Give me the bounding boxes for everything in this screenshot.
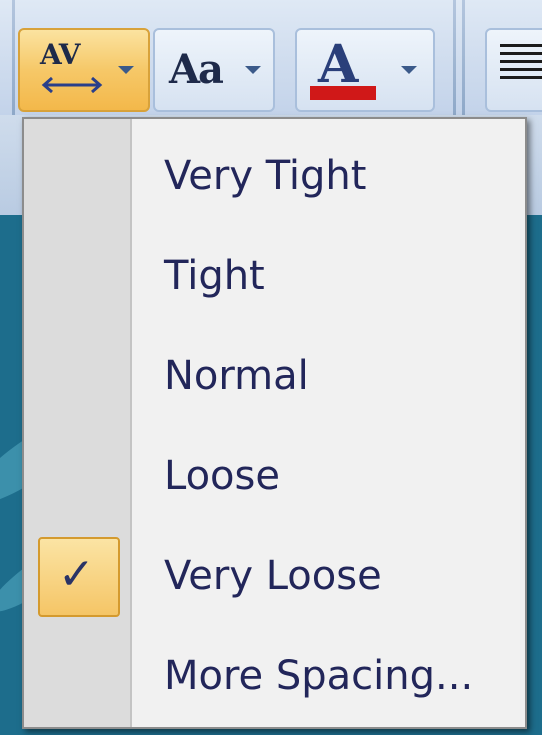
chevron-down-icon[interactable]	[401, 66, 417, 74]
menu-item-label: More Spacing...	[164, 653, 474, 699]
character-spacing-button[interactable]	[18, 28, 150, 112]
character-spacing-menu: Very Tight Tight Normal Loose ✓ Very Loo…	[22, 117, 527, 729]
menu-item-label: Very Loose	[164, 553, 382, 599]
menu-item-more-spacing[interactable]: More Spacing...	[24, 631, 525, 723]
ribbon-separator	[453, 0, 456, 115]
align-justify-icon	[500, 44, 542, 94]
double-arrow-icon	[41, 76, 103, 94]
menu-item-label: Loose	[164, 453, 280, 499]
chevron-down-icon[interactable]	[245, 66, 261, 74]
menu-item-very-loose[interactable]: ✓ Very Loose	[24, 521, 525, 617]
change-case-icon: Aa	[169, 46, 224, 93]
ribbon-separator	[12, 0, 15, 115]
checkmark-icon: ✓	[58, 549, 95, 600]
menu-item-label: Very Tight	[164, 153, 367, 199]
menu-item-loose[interactable]: Loose	[24, 431, 525, 523]
checked-indicator: ✓	[38, 537, 120, 617]
font-color-swatch	[310, 86, 376, 100]
menu-item-very-tight[interactable]: Very Tight	[24, 131, 525, 223]
chevron-down-icon[interactable]	[118, 66, 134, 74]
menu-item-normal[interactable]: Normal	[24, 331, 525, 423]
character-spacing-icon: AV	[40, 38, 80, 71]
ribbon-separator	[462, 0, 465, 115]
menu-item-tight[interactable]: Tight	[24, 231, 525, 323]
menu-item-label: Tight	[164, 253, 265, 299]
menu-item-label: Normal	[164, 353, 309, 399]
